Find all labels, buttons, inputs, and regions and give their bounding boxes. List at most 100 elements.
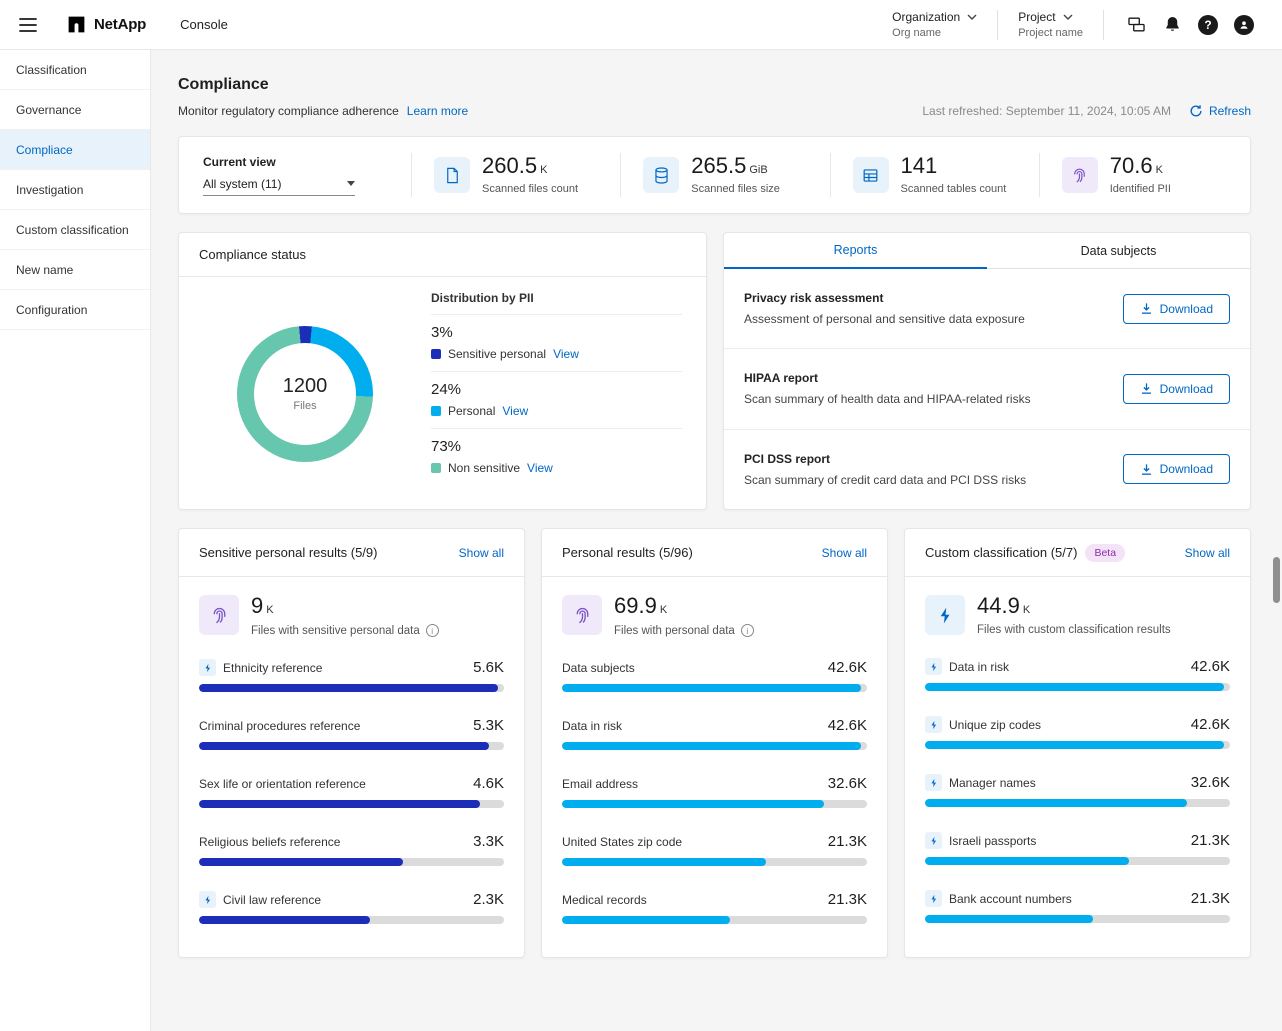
- item-value: 42.6K: [1191, 716, 1230, 733]
- organization-selector[interactable]: Organization Org name: [886, 10, 983, 39]
- account-icon[interactable]: [1226, 7, 1262, 43]
- view-link[interactable]: View: [553, 347, 579, 361]
- database-icon: [643, 157, 679, 193]
- stat-unit: K: [1156, 164, 1163, 176]
- scrollbar[interactable]: [1272, 50, 1282, 1031]
- report-title: PCI DSS report: [744, 452, 1026, 466]
- donut-label: Files: [293, 400, 316, 412]
- notifications-bell-icon[interactable]: [1154, 7, 1190, 43]
- item-label: Unique zip codes: [949, 718, 1041, 732]
- donut-center: 1200 Files: [254, 343, 356, 445]
- tab-reports[interactable]: Reports: [724, 233, 987, 269]
- progress-bar-fill: [562, 858, 766, 866]
- info-icon[interactable]: i: [426, 624, 439, 637]
- question-mark-glyph: ?: [1198, 15, 1218, 35]
- progress-bar-fill: [199, 684, 498, 692]
- progress-bar-fill: [562, 800, 824, 808]
- download-button-hipaa[interactable]: Download: [1123, 374, 1230, 404]
- download-label: Download: [1160, 302, 1213, 316]
- info-icon[interactable]: i: [741, 624, 754, 637]
- show-all-link[interactable]: Show all: [459, 546, 504, 560]
- progress-bar: [199, 742, 504, 750]
- lightning-icon: [199, 891, 216, 908]
- progress-bar: [925, 857, 1230, 865]
- view-link[interactable]: View: [502, 404, 528, 418]
- progress-bar: [925, 741, 1230, 749]
- learn-more-link[interactable]: Learn more: [407, 104, 468, 118]
- table-icon: [853, 157, 889, 193]
- sidebar-item-investigation[interactable]: Investigation: [0, 170, 150, 210]
- result-item: Data in risk 42.6K: [562, 717, 867, 750]
- distribution-item-personal: 24% Personal View: [431, 372, 682, 429]
- sidebar-item-custom-classification[interactable]: Custom classification: [0, 210, 150, 250]
- sidebar-item-new-name[interactable]: New name: [0, 250, 150, 290]
- progress-bar-fill: [925, 915, 1093, 923]
- tab-data-subjects[interactable]: Data subjects: [987, 233, 1250, 269]
- download-button-privacy-risk[interactable]: Download: [1123, 294, 1230, 324]
- result-item: Criminal procedures reference 5.3K: [199, 717, 504, 750]
- divider: [997, 10, 998, 40]
- progress-bar: [925, 915, 1230, 923]
- item-label: Religious beliefs reference: [199, 835, 340, 849]
- download-label: Download: [1160, 382, 1213, 396]
- project-selector[interactable]: Project Project name: [1012, 10, 1089, 39]
- divider: [411, 153, 412, 197]
- item-label: Medical records: [562, 893, 647, 907]
- fingerprint-icon: [199, 595, 239, 635]
- progress-bar-fill: [562, 916, 730, 924]
- current-view-label: Current view: [203, 155, 389, 169]
- legend-swatch: [431, 463, 441, 473]
- fingerprint-icon: [562, 595, 602, 635]
- scrollbar-thumb[interactable]: [1273, 557, 1280, 603]
- item-label: Ethnicity reference: [223, 661, 322, 675]
- report-row-pci-dss: PCI DSS report Scan summary of credit ca…: [724, 430, 1250, 509]
- current-view-select[interactable]: All system (11): [203, 177, 355, 196]
- item-value: 4.6K: [473, 775, 504, 792]
- lightning-icon: [925, 658, 942, 675]
- status-reports-row: Compliance status 1200 Files Distributio…: [178, 232, 1251, 510]
- stat-scanned-files-count: 260.5K Scanned files count: [434, 155, 598, 195]
- item-label: Data in risk: [562, 719, 622, 733]
- page-subtitle-row: Monitor regulatory compliance adherence …: [178, 104, 1251, 118]
- progress-bar-fill: [199, 916, 370, 924]
- help-icon[interactable]: ?: [1190, 7, 1226, 43]
- item-value: 21.3K: [1191, 832, 1230, 849]
- sensitive-personal-results-card: Sensitive personal results (5/9) Show al…: [178, 528, 525, 958]
- item-label: Data subjects: [562, 661, 635, 675]
- item-label: Bank account numbers: [949, 892, 1072, 906]
- sidebar-item-governance[interactable]: Governance: [0, 90, 150, 130]
- item-value: 21.3K: [828, 833, 867, 850]
- donut-wrap: 1200 Files: [179, 277, 431, 510]
- distribution-label: Sensitive personal: [448, 347, 546, 361]
- download-icon: [1140, 463, 1153, 476]
- progress-bar: [562, 800, 867, 808]
- stat-value: 265.5: [691, 153, 746, 178]
- connector-icon[interactable]: [1118, 7, 1154, 43]
- download-button-pci-dss[interactable]: Download: [1123, 454, 1230, 484]
- progress-bar: [199, 916, 504, 924]
- view-link[interactable]: View: [527, 461, 553, 475]
- result-list: Data subjects 42.6K Data in risk 42.6K: [542, 653, 887, 924]
- compliance-status-title: Compliance status: [179, 233, 706, 277]
- report-description: Scan summary of health data and HIPAA-re…: [744, 392, 1031, 406]
- sidebar-item-compliance[interactable]: Compliace: [0, 130, 150, 170]
- item-value: 42.6K: [828, 717, 867, 734]
- card-title: Sensitive personal results (5/9): [199, 545, 377, 560]
- stat-value: 260.5: [482, 153, 537, 178]
- download-label: Download: [1160, 462, 1213, 476]
- card-summary: 44.9K Files with custom classification r…: [905, 577, 1250, 652]
- show-all-link[interactable]: Show all: [1185, 546, 1230, 560]
- refresh-button[interactable]: Refresh: [1189, 104, 1251, 118]
- sidebar-item-configuration[interactable]: Configuration: [0, 290, 150, 330]
- item-value: 5.3K: [473, 717, 504, 734]
- sidebar-item-classification[interactable]: Classification: [0, 50, 150, 90]
- result-item: Bank account numbers 21.3K: [925, 890, 1230, 923]
- hamburger-menu-icon[interactable]: [14, 11, 42, 39]
- app-body: Classification Governance Compliace Inve…: [0, 50, 1282, 1031]
- show-all-link[interactable]: Show all: [822, 546, 867, 560]
- brand-name: NetApp: [94, 16, 146, 33]
- item-value: 3.3K: [473, 833, 504, 850]
- result-item: Ethnicity reference 5.6K: [199, 659, 504, 692]
- item-label: Data in risk: [949, 660, 1009, 674]
- stat-label: Scanned files size: [691, 183, 780, 195]
